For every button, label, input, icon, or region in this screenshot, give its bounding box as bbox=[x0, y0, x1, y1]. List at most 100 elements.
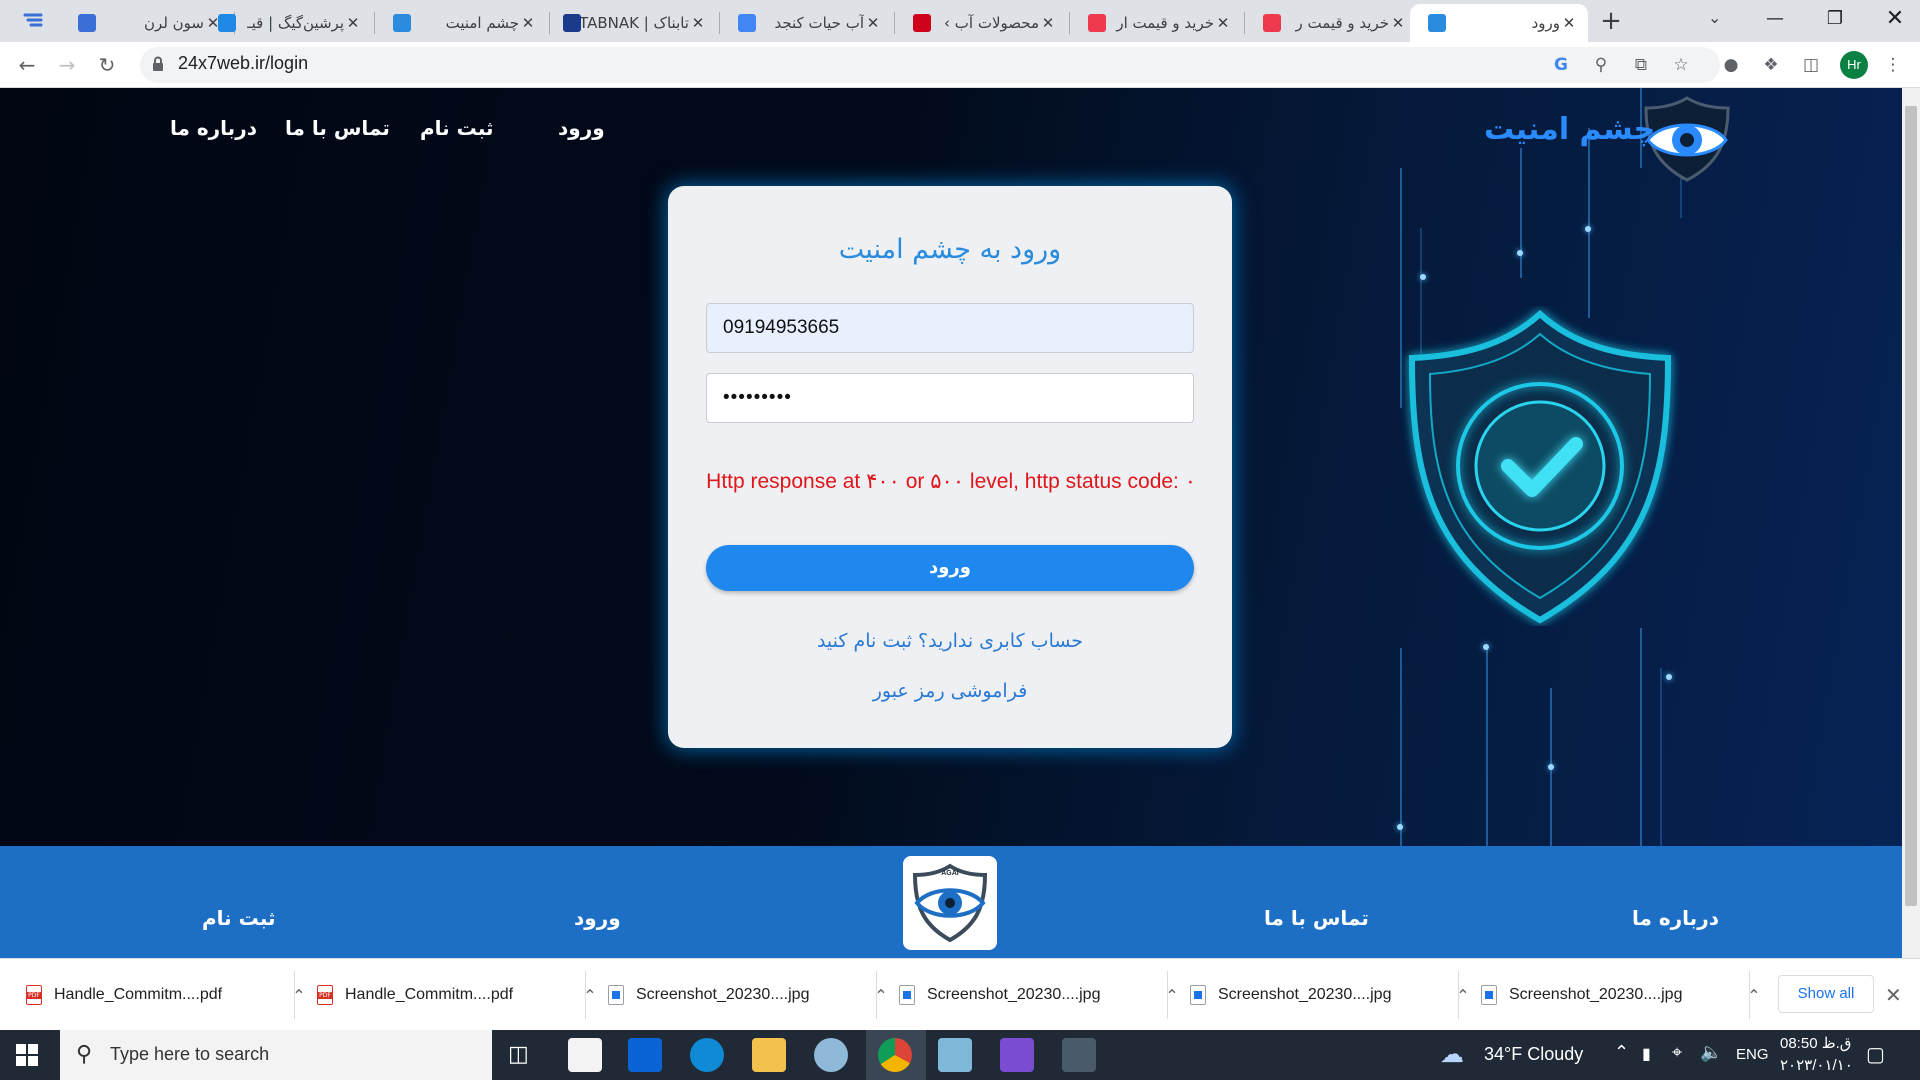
close-tab-icon[interactable]: ✕ bbox=[1214, 14, 1232, 32]
persiangig-icon bbox=[218, 14, 236, 32]
download-filename: Screenshot_20230....jpg bbox=[927, 986, 1101, 1003]
tab-title: چشم امنیت bbox=[445, 14, 519, 32]
phone-input[interactable]: 09194953665 bbox=[706, 303, 1194, 353]
new-tab-button[interactable]: + bbox=[1596, 6, 1626, 36]
nav-about-link[interactable]: درباره ما bbox=[170, 116, 257, 140]
edge-browser-icon[interactable] bbox=[690, 1038, 724, 1072]
download-options-chevron-icon[interactable]: ⌃ bbox=[866, 986, 896, 1005]
brand-name[interactable]: چشم امنیت bbox=[1484, 112, 1655, 147]
close-tab-icon[interactable]: ✕ bbox=[344, 14, 362, 32]
taskbar-search-box[interactable]: ⚲ Type here to search bbox=[60, 1030, 492, 1080]
clock-date[interactable]: ۲۰۲۳/۰۱/۱۰ bbox=[1780, 1056, 1853, 1074]
show-all-downloads-button[interactable]: Show all bbox=[1778, 975, 1874, 1013]
download-shelf: Handle_Commitm....pdf⌃Handle_Commitm....… bbox=[0, 958, 1920, 1030]
forgot-password-link[interactable]: فراموشی رمز عبور bbox=[668, 680, 1232, 702]
close-tab-icon[interactable]: ✕ bbox=[1039, 14, 1057, 32]
battery-icon[interactable]: ▮ bbox=[1642, 1044, 1651, 1064]
share-icon[interactable]: ⧉ bbox=[1630, 54, 1652, 76]
volume-icon[interactable]: 🔈 bbox=[1700, 1042, 1722, 1063]
footer-about-link[interactable]: درباره ما bbox=[1632, 906, 1719, 930]
microsoft-store-icon[interactable] bbox=[568, 1038, 602, 1072]
lock-icon[interactable] bbox=[152, 56, 164, 72]
extensions-puzzle-icon[interactable]: ❖ bbox=[1760, 54, 1782, 76]
tab-search-icon[interactable] bbox=[22, 10, 44, 32]
mail-icon[interactable] bbox=[628, 1038, 662, 1072]
download-options-chevron-icon[interactable]: ⌃ bbox=[575, 986, 605, 1005]
weather-cloud-icon[interactable]: ☁ bbox=[1440, 1040, 1464, 1068]
menu-kebab-icon[interactable]: ⋮ bbox=[1882, 54, 1904, 76]
notepad-icon[interactable] bbox=[938, 1038, 972, 1072]
google-lens-icon[interactable]: G bbox=[1550, 54, 1572, 76]
windows-start-icon[interactable] bbox=[16, 1044, 38, 1066]
password-input[interactable]: ••••••••• bbox=[706, 373, 1194, 423]
login-card: ورود به چشم امنیت 09194953665 ••••••••• … bbox=[668, 186, 1232, 748]
reload-button[interactable]: ↻ bbox=[92, 50, 122, 80]
extension-lock-icon[interactable]: ● bbox=[1720, 54, 1742, 76]
close-window-button[interactable]: ✕ bbox=[1865, 0, 1920, 38]
clock-time[interactable]: 08:50 ق.ظ bbox=[1780, 1034, 1851, 1052]
task-view-icon[interactable]: ◫ bbox=[508, 1042, 529, 1067]
download-item[interactable]: Handle_Commitm....pdf ⌃ bbox=[26, 959, 314, 1031]
minimize-button[interactable]: — bbox=[1745, 0, 1805, 38]
browser-tab-strip: سون لرن ✕ پرشین‌گیگ | قیـ ✕ چشم امنیت ✕ تابناک… bbox=[0, 0, 1920, 42]
restore-button[interactable]: ❐ bbox=[1805, 0, 1865, 38]
footer-signup-link[interactable]: ثبت نام bbox=[202, 906, 276, 930]
forward-button[interactable]: → bbox=[52, 50, 82, 80]
page-viewport: چشم امنیت ورود ثبت نام تماس با ما درباره… bbox=[0, 88, 1902, 958]
download-options-chevron-icon[interactable]: ⌃ bbox=[1448, 986, 1478, 1005]
download-options-chevron-icon[interactable]: ⌃ bbox=[1739, 986, 1769, 1005]
login-title: ورود به چشم امنیت bbox=[838, 234, 1062, 265]
wifi-icon[interactable]: ⌖ bbox=[1672, 1042, 1682, 1063]
nav-signup-link[interactable]: ثبت نام bbox=[420, 116, 494, 140]
visual-studio-icon[interactable] bbox=[1000, 1038, 1034, 1072]
close-tab-icon[interactable]: ✕ bbox=[1560, 14, 1578, 32]
image-file-icon bbox=[1190, 985, 1206, 1005]
download-item[interactable]: Screenshot_20230....jpg ⌃ bbox=[1481, 959, 1769, 1031]
calculator-icon[interactable] bbox=[1062, 1038, 1096, 1072]
bookmark-star-icon[interactable]: ☆ bbox=[1670, 54, 1692, 76]
profile-avatar[interactable]: Hr bbox=[1840, 51, 1868, 79]
close-shelf-icon[interactable]: ✕ bbox=[1885, 983, 1902, 1007]
close-tab-icon[interactable]: ✕ bbox=[519, 14, 537, 32]
download-item[interactable]: Screenshot_20230....jpg ⌃ bbox=[608, 959, 896, 1031]
download-options-chevron-icon[interactable]: ⌃ bbox=[1157, 986, 1187, 1005]
key-icon[interactable]: ⚲ bbox=[1590, 54, 1612, 76]
brand-logo-icon[interactable] bbox=[1642, 94, 1732, 184]
tray-chevron-icon[interactable]: ⌃ bbox=[1614, 1042, 1629, 1063]
browser-tab[interactable]: خرید و قیمت ار ✕ bbox=[1070, 4, 1242, 42]
browser-tab[interactable]: پرشین‌گیگ | قیـ ✕ bbox=[200, 4, 372, 42]
side-panel-icon[interactable]: ◫ bbox=[1800, 54, 1822, 76]
tab-search-dropdown-icon[interactable]: ⌄ bbox=[1708, 8, 1721, 27]
scrollbar-thumb[interactable] bbox=[1905, 106, 1917, 906]
login-submit-button[interactable]: ورود bbox=[706, 545, 1194, 591]
nav-contact-link[interactable]: تماس با ما bbox=[285, 116, 390, 140]
footer-login-link[interactable]: ورود bbox=[574, 906, 621, 930]
download-item[interactable]: Screenshot_20230....jpg ⌃ bbox=[899, 959, 1187, 1031]
footer-logo[interactable]: AGAI bbox=[903, 856, 997, 950]
browser-tab[interactable]: چشم امنیت ✕ bbox=[375, 4, 547, 42]
footer-contact-link[interactable]: تماس با ما bbox=[1264, 906, 1369, 930]
close-tab-icon[interactable]: ✕ bbox=[689, 14, 707, 32]
signup-link[interactable]: حساب کابری ندارید؟ ثبت نام کنید bbox=[668, 630, 1232, 652]
download-item[interactable]: Screenshot_20230....jpg ⌃ bbox=[1190, 959, 1478, 1031]
back-button[interactable]: ← bbox=[12, 50, 42, 80]
browser-tab[interactable]: محصولات آب › ✕ bbox=[895, 4, 1067, 42]
nav-login-link[interactable]: ورود bbox=[558, 116, 605, 140]
address-bar[interactable] bbox=[140, 47, 1720, 83]
chrome-icon[interactable] bbox=[878, 1038, 912, 1072]
weather-text[interactable]: 34°F Cloudy bbox=[1484, 1044, 1583, 1065]
file-explorer-icon[interactable] bbox=[752, 1038, 786, 1072]
language-indicator[interactable]: ENG bbox=[1736, 1046, 1769, 1063]
close-tab-icon[interactable]: ✕ bbox=[864, 14, 882, 32]
close-tab-icon[interactable]: ✕ bbox=[1389, 14, 1407, 32]
browser-tab[interactable]: خرید و قیمت ر ✕ bbox=[1245, 4, 1417, 42]
browser-tab[interactable]: آب حیات کنجد ✕ bbox=[720, 4, 892, 42]
browser-tab[interactable]: ورود ✕ bbox=[1410, 4, 1588, 42]
url-text[interactable]: 24x7web.ir/login bbox=[178, 53, 308, 74]
paint-icon[interactable] bbox=[814, 1038, 848, 1072]
browser-tab[interactable]: تابناک | TABNAK ✕ bbox=[545, 4, 717, 42]
download-item[interactable]: Handle_Commitm....pdf ⌃ bbox=[317, 959, 605, 1031]
tab-title: سون لرن bbox=[144, 14, 204, 32]
download-options-chevron-icon[interactable]: ⌃ bbox=[284, 986, 314, 1005]
notifications-icon[interactable]: ▢ bbox=[1866, 1042, 1885, 1067]
